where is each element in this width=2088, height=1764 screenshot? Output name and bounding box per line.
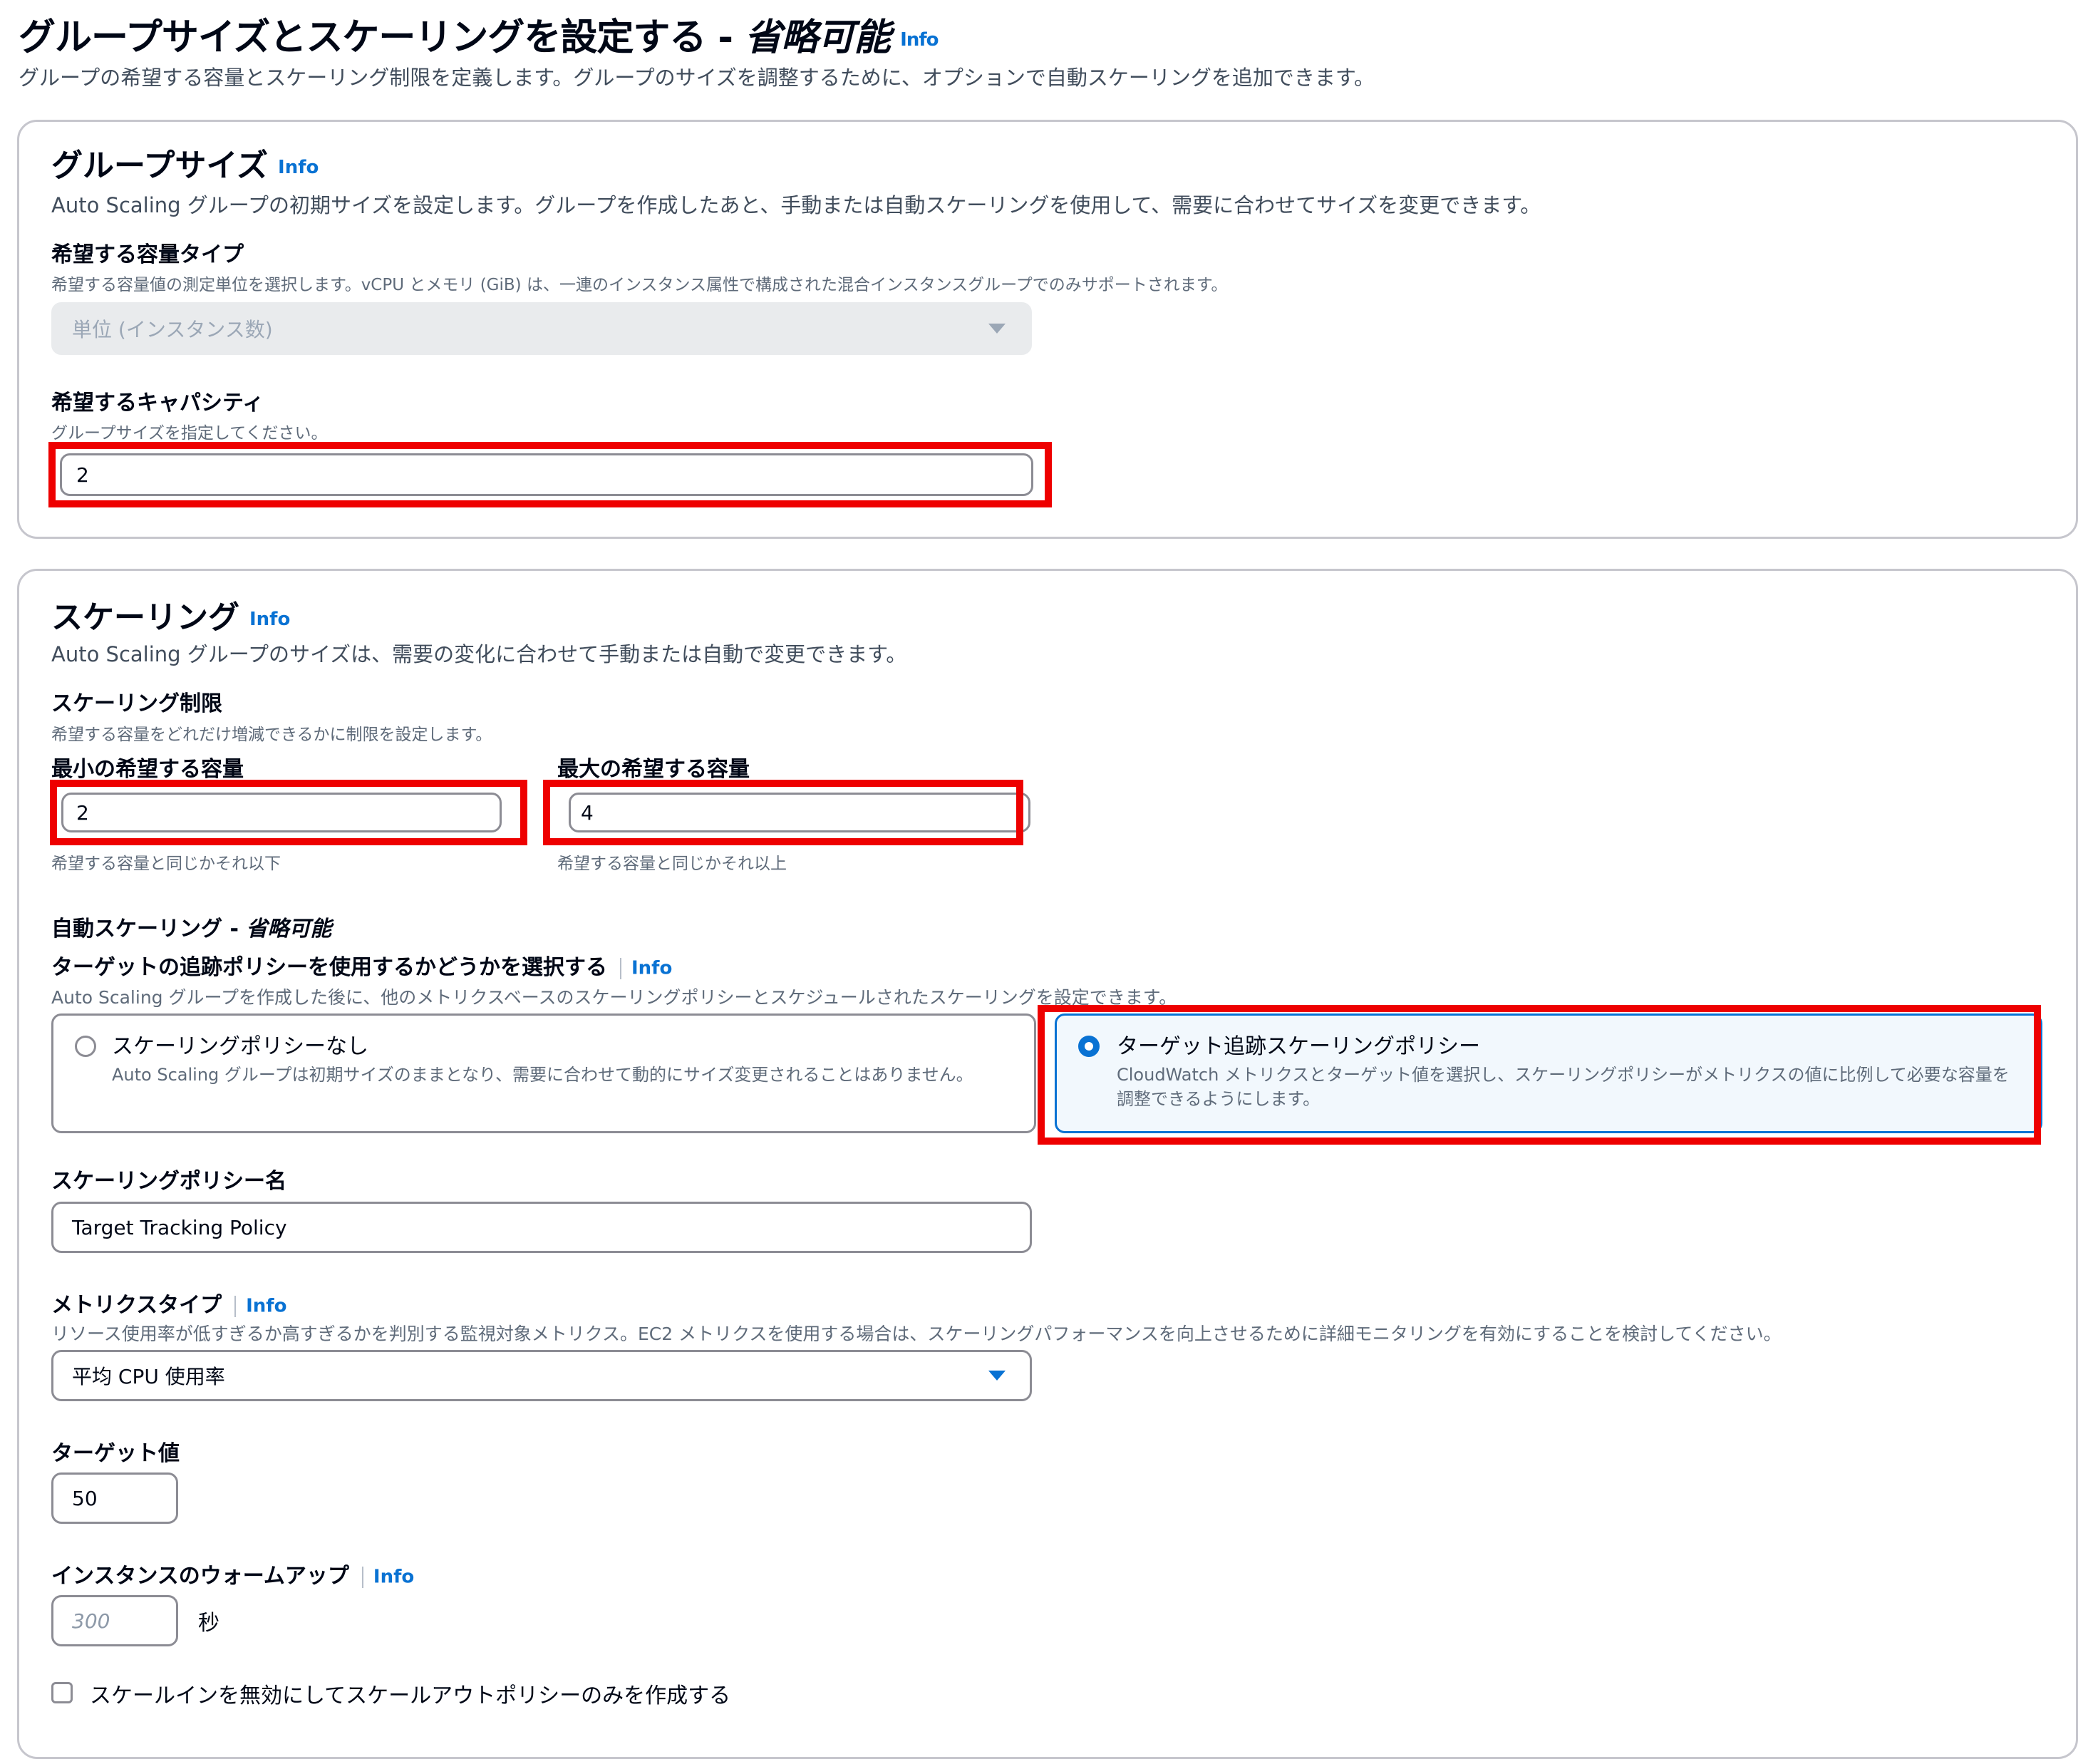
min-capacity-label: 最小の希望する容量 bbox=[51, 757, 244, 782]
target-tracking-question: ターゲットの追跡ポリシーを使用するかどうかを選択する Info bbox=[51, 955, 673, 980]
disable-scale-in-checkbox[interactable] bbox=[51, 1682, 73, 1703]
target-value-input[interactable]: 50 bbox=[51, 1472, 178, 1524]
chevron-down-icon bbox=[988, 324, 1006, 334]
highlight-box bbox=[48, 442, 1052, 507]
info-link[interactable]: Info bbox=[278, 157, 319, 178]
radio-no-policy[interactable] bbox=[75, 1036, 96, 1057]
option-description: Auto Scaling グループは初期サイズのままとなり、需要に合わせて動的に… bbox=[112, 1065, 973, 1085]
target-tracking-description: Auto Scaling グループを作成した後に、他のメトリクスベースのスケーリ… bbox=[51, 987, 1177, 1008]
info-link[interactable]: Info bbox=[373, 1567, 414, 1588]
divider bbox=[361, 1566, 363, 1588]
group-size-description: Auto Scaling グループの初期サイズを設定します。グループを作成したあ… bbox=[51, 193, 1541, 217]
page-title: グループサイズとスケーリングを設定する - 省略可能 Info bbox=[19, 16, 939, 59]
scaling-limits-description: 希望する容量をどれだけ増減できるかに制限を設定します。 bbox=[51, 726, 492, 744]
optional-label: 省略可能 bbox=[246, 917, 332, 942]
divider bbox=[620, 957, 621, 979]
info-link[interactable]: Info bbox=[631, 958, 672, 979]
disable-scale-in-label: スケールインを無効にしてスケールアウトポリシーのみを作成する bbox=[90, 1683, 731, 1708]
divider bbox=[234, 1295, 237, 1317]
info-link[interactable]: Info bbox=[900, 29, 939, 51]
capacity-type-select: 単位 (インスタンス数) bbox=[51, 302, 1032, 355]
metric-type-label: メトリクスタイプ Info bbox=[51, 1293, 287, 1318]
policy-name-input[interactable]: Target Tracking Policy bbox=[51, 1202, 1032, 1253]
warmup-input[interactable]: 300 bbox=[51, 1595, 178, 1646]
optional-label: 省略可能 bbox=[745, 16, 891, 59]
highlight-box bbox=[543, 780, 1023, 845]
min-capacity-hint: 希望する容量と同じかそれ以下 bbox=[51, 855, 281, 873]
metric-type-description: リソース使用率が低すぎるか高すぎるかを判別する監視対象メトリクス。EC2 メトリ… bbox=[51, 1324, 1782, 1344]
target-value-label: ターゲット値 bbox=[51, 1441, 180, 1466]
auto-scaling-label: 自動スケーリング - 省略可能 bbox=[51, 917, 332, 942]
desired-capacity-label: 希望するキャパシティ bbox=[51, 391, 264, 416]
info-link[interactable]: Info bbox=[249, 609, 290, 630]
option-title: スケーリングポリシーなし bbox=[112, 1034, 368, 1059]
chevron-down-icon bbox=[988, 1371, 1006, 1381]
scaling-heading: スケーリング Info bbox=[51, 599, 291, 636]
desired-capacity-description: グループサイズを指定してください。 bbox=[51, 424, 328, 443]
warmup-label: インスタンスのウォームアップ Info bbox=[51, 1564, 415, 1589]
highlight-box bbox=[50, 780, 527, 845]
group-size-heading: グループサイズ Info bbox=[51, 148, 319, 184]
capacity-type-label: 希望する容量タイプ bbox=[51, 242, 244, 267]
option-tile-no-policy[interactable]: スケーリングポリシーなし Auto Scaling グループは初期サイズのままと… bbox=[51, 1013, 1036, 1133]
scaling-description: Auto Scaling グループのサイズは、需要の変化に合わせて手動または自動… bbox=[51, 642, 907, 666]
metric-type-select[interactable]: 平均 CPU 使用率 bbox=[51, 1350, 1032, 1401]
max-capacity-label: 最大の希望する容量 bbox=[557, 757, 750, 782]
page-description: グループの希望する容量とスケーリング制限を定義します。グループのサイズを調整する… bbox=[19, 66, 1375, 90]
max-capacity-hint: 希望する容量と同じかそれ以上 bbox=[557, 855, 787, 873]
warmup-unit: 秒 bbox=[198, 1611, 219, 1636]
scaling-limits-label: スケーリング制限 bbox=[51, 691, 222, 716]
policy-name-label: スケーリングポリシー名 bbox=[51, 1169, 286, 1194]
info-link[interactable]: Info bbox=[246, 1296, 286, 1317]
highlight-box bbox=[1038, 1005, 2041, 1145]
capacity-type-description: 希望する容量値の測定単位を選択します。vCPU とメモリ (GiB) は、一連の… bbox=[51, 276, 1228, 294]
